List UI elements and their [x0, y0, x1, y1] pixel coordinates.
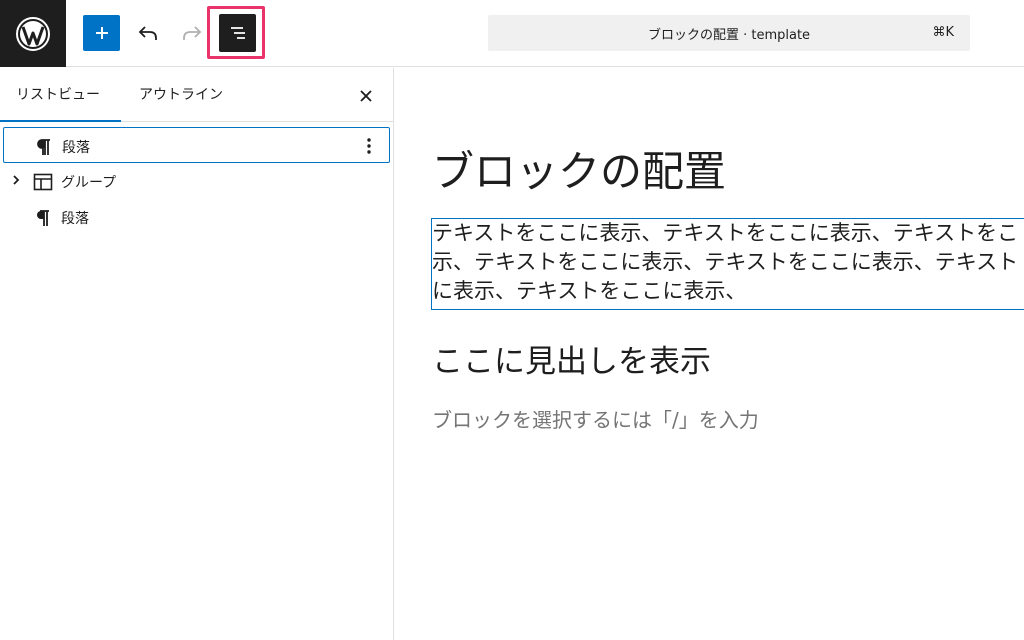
list-item-paragraph-1[interactable]: 段落 — [3, 127, 390, 163]
chevron-right-icon[interactable] — [8, 172, 24, 188]
list-item-group[interactable]: グループ — [3, 163, 390, 199]
paragraph-icon — [32, 135, 56, 159]
heading-block[interactable]: ここに見出しを表示 — [432, 336, 711, 381]
command-shortcut: ⌘K — [932, 25, 954, 40]
page-title[interactable]: ブロックの配置 — [432, 138, 726, 199]
command-palette-button[interactable]: ブロックの配置 · template ⌘K — [488, 15, 970, 51]
wordpress-logo-button[interactable] — [0, 0, 66, 67]
list-view-icon — [230, 27, 245, 39]
close-sidebar-button[interactable] — [352, 82, 380, 110]
editor-canvas: ブロックの配置 テキストをここに表示、テキストをここに表示、テキストをこ 示、テ… — [395, 68, 1024, 640]
add-block-button[interactable] — [83, 15, 120, 51]
paragraph-block[interactable]: テキストをここに表示、テキストをここに表示、テキストをこ 示、テキストをここに表… — [431, 218, 1024, 310]
tab-list-view[interactable]: リストビュー — [0, 68, 121, 122]
list-view-toggle-button[interactable] — [219, 14, 256, 52]
redo-button[interactable] — [174, 15, 210, 51]
close-icon — [360, 90, 372, 102]
list-item-label: グループ — [61, 175, 117, 191]
list-item-label: 段落 — [61, 211, 89, 227]
list-item-label: 段落 — [62, 140, 90, 156]
wordpress-icon — [16, 16, 50, 51]
undo-icon — [138, 26, 157, 40]
group-icon — [31, 170, 55, 194]
plus-icon — [95, 27, 108, 39]
tab-outline[interactable]: アウトライン — [123, 68, 239, 122]
more-options-icon[interactable] — [357, 134, 381, 158]
editor-header: ブロックの配置 · template ⌘K — [0, 0, 1024, 67]
paragraph-icon — [31, 206, 55, 230]
paragraph-line: 示、テキストをここに表示、テキストをここに表示、テキスト — [432, 250, 1019, 274]
document-title: ブロックの配置 · template — [647, 27, 811, 43]
paragraph-line: に表示、テキストをここに表示、 — [432, 279, 747, 303]
list-view-sidebar: リストビュー アウトライン 段落 グループ 段落 — [0, 68, 394, 640]
paragraph-line: テキストをここに表示、テキストをここに表示、テキストをこ — [432, 221, 1019, 245]
redo-icon — [183, 26, 202, 40]
block-placeholder[interactable]: ブロックを選択するには「/」を入力 — [432, 404, 759, 433]
undo-button[interactable] — [130, 15, 166, 51]
list-item-paragraph-2[interactable]: 段落 — [3, 199, 390, 235]
sidebar-tabs: リストビュー アウトライン — [0, 68, 393, 122]
